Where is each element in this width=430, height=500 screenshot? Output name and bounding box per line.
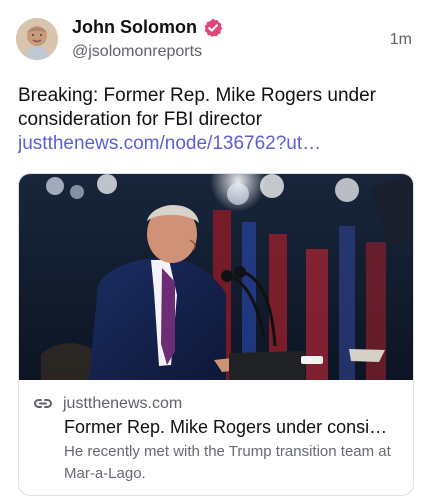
author-name: John Solomon — [72, 17, 197, 37]
card-domain-row: justthenews.com — [33, 394, 182, 414]
article-photo — [19, 174, 413, 380]
post-link[interactable]: justthenews.com/node/136762?ut… — [18, 132, 408, 156]
author-avatar[interactable] — [16, 18, 58, 60]
social-post: John Solomon @jsolomonreports 1m Breakin… — [0, 0, 430, 500]
author-name-row[interactable]: John Solomon — [72, 17, 223, 38]
avatar-photo-icon — [16, 18, 58, 60]
author-handle[interactable]: @jsolomonreports — [72, 43, 202, 61]
link-icon — [33, 399, 53, 408]
card-domain: justthenews.com — [63, 395, 183, 412]
link-preview-card[interactable]: justthenews.com Former Rep. Mike Rogers … — [18, 173, 414, 496]
post-timestamp: 1m — [389, 31, 412, 48]
verified-badge-icon — [204, 18, 223, 37]
post-body-text: Breaking: Former Rep. Mike Rogers under … — [18, 85, 376, 130]
card-description: He recently met with the Trump transitio… — [64, 443, 391, 482]
card-title: Former Rep. Mike Rogers under consi… — [64, 417, 388, 437]
